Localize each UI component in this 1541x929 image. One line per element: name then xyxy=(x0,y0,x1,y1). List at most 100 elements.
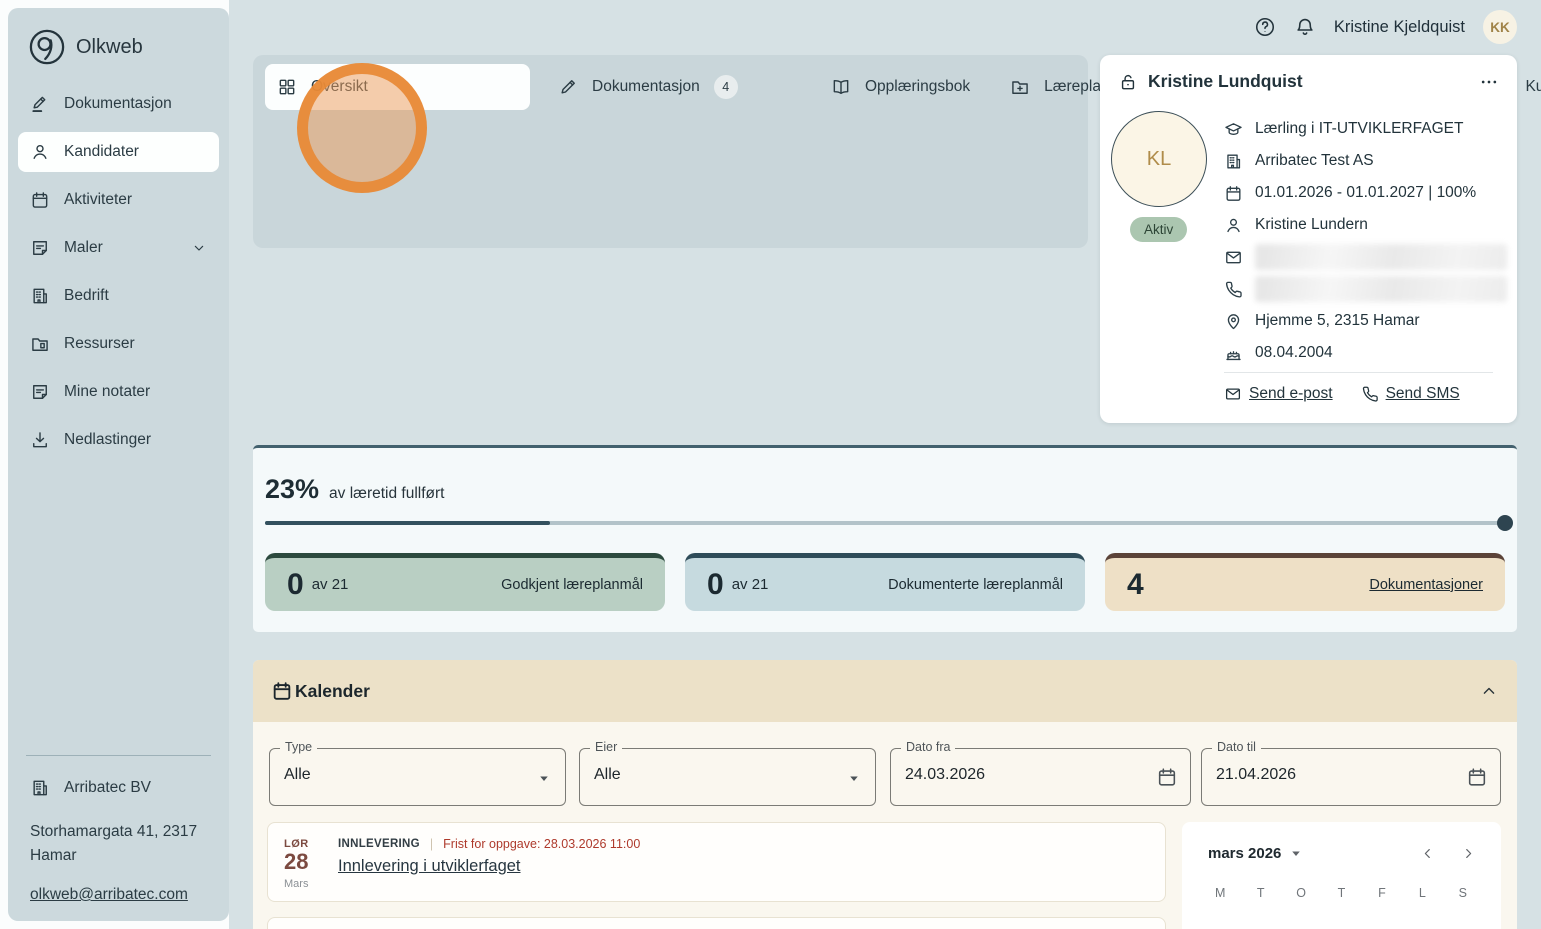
event-title-link[interactable]: Innlevering i utviklerfaget xyxy=(338,851,1149,876)
progress-heading: 23% av læretid fullført xyxy=(265,474,444,505)
download-icon xyxy=(30,430,50,450)
count-badge: 4 xyxy=(714,75,738,99)
sidebar: Olkweb Dokumentasjon Kandidater Aktivite… xyxy=(8,8,229,921)
birthdate-value: 08.04.2004 xyxy=(1255,344,1333,362)
user-avatar[interactable]: KK xyxy=(1483,10,1517,44)
event-card-innlevering[interactable]: LØR 28 Mars INNLEVERING | Frist for oppg… xyxy=(267,822,1166,902)
sidebar-item-aktiviteter[interactable]: Aktiviteter xyxy=(18,180,219,220)
nav-item-oversikt[interactable]: Oversikt xyxy=(265,64,530,110)
help-icon[interactable] xyxy=(1254,16,1276,38)
sidebar-item-label: Maler xyxy=(64,239,103,257)
profile-row-company: Arribatec Test AS xyxy=(1224,145,1507,177)
stat-suffix: av 21 xyxy=(732,576,769,593)
candidate-name: Kristine Lundquist xyxy=(1148,71,1469,92)
sidebar-item-mine-notater[interactable]: Mine notater xyxy=(18,372,219,412)
filter-dato-fra-input[interactable]: Dato fra 24.03.2026 xyxy=(890,748,1191,806)
redacted-phone xyxy=(1255,276,1507,302)
profile-actions: Send e-post Send SMS xyxy=(1224,385,1460,403)
filter-value: Alle xyxy=(284,766,311,784)
nav-item-opplaringsbok[interactable]: Opplæringsbok xyxy=(819,64,982,110)
weekday-label: L xyxy=(1402,886,1442,900)
send-email-label: Send e-post xyxy=(1249,385,1333,403)
filter-label: Dato fra xyxy=(901,740,955,754)
stat-value: 0 xyxy=(287,568,304,602)
sidebar-item-ressurser[interactable]: Ressurser xyxy=(18,324,219,364)
mini-calendar: mars 2026 M T O T F L S xyxy=(1182,822,1501,929)
sidebar-item-kandidater[interactable]: Kandidater xyxy=(18,132,219,172)
address-value: Hjemme 5, 2315 Hamar xyxy=(1255,312,1420,330)
dokumentasjoner-link[interactable]: Dokumentasjoner xyxy=(1369,577,1483,593)
stat-label: Godkjent læreplanmål xyxy=(501,577,643,593)
profile-row-birthdate: 08.04.2004 xyxy=(1224,337,1507,369)
candidate-nav-grid: Oversikt Dokumentasjon 4 Opplæringsbok L… xyxy=(265,64,1088,110)
stat-label: Dokumenterte læreplanmål xyxy=(888,577,1063,593)
filter-value: 24.03.2026 xyxy=(905,766,985,784)
caret-down-icon xyxy=(535,769,553,787)
cake-icon xyxy=(1224,344,1243,363)
pencil-icon xyxy=(30,94,50,114)
sidebar-item-dokumentasjon[interactable]: Dokumentasjon xyxy=(18,84,219,124)
mini-calendar-month-select[interactable]: mars 2026 xyxy=(1208,844,1305,862)
caret-down-icon xyxy=(845,769,863,787)
calendar-icon[interactable] xyxy=(1466,766,1488,788)
calendar-icon xyxy=(271,680,293,702)
nav-item-dokumentasjon[interactable]: Dokumentasjon 4 xyxy=(546,64,803,110)
chevron-left-icon[interactable] xyxy=(1419,845,1436,862)
filter-label: Eier xyxy=(590,740,622,754)
profile-row-period: 01.01.2026 - 01.01.2027 | 100% xyxy=(1224,177,1507,209)
sidebar-item-bedrift[interactable]: Bedrift xyxy=(18,276,219,316)
footer-company: Arribatec BV xyxy=(26,778,211,798)
more-options-icon[interactable] xyxy=(1479,72,1499,92)
nav-item-label: Oversikt xyxy=(311,78,368,96)
mini-calendar-header: mars 2026 xyxy=(1182,822,1501,862)
profile-row-address: Hjemme 5, 2315 Hamar xyxy=(1224,305,1507,337)
footer-company-name: Arribatec BV xyxy=(64,779,151,797)
caret-down-icon xyxy=(1287,844,1305,862)
progress-caption: av læretid fullført xyxy=(329,485,444,503)
event-card-kurs[interactable]: LØR KURS | 04.04.2026 KL. 10:00 - 04.04.… xyxy=(267,917,1166,929)
filter-dato-til-input[interactable]: Dato til 21.04.2026 xyxy=(1201,748,1501,806)
collapse-chevron-up-icon[interactable] xyxy=(1479,681,1499,701)
sidebar-item-label: Bedrift xyxy=(64,287,109,305)
filter-eier-select[interactable]: Eier Alle xyxy=(579,748,876,806)
nav-item-label: Opplæringsbok xyxy=(865,78,970,96)
graduation-cap-icon xyxy=(1224,120,1243,139)
profile-row-contact: Kristine Lundern xyxy=(1224,209,1507,241)
footer-email-link[interactable]: olkweb@arribatec.com xyxy=(26,886,188,904)
weekday-label: T xyxy=(1240,886,1280,900)
calendar-icon xyxy=(1224,184,1243,203)
app-name: Olkweb xyxy=(76,36,143,59)
nav-item-label: Kurs/sertifikat xyxy=(1525,78,1541,96)
weekday-label: F xyxy=(1362,886,1402,900)
education-value: Lærling i IT-UTVIKLERFAGET xyxy=(1255,120,1463,138)
progress-panel: 23% av læretid fullført 0 av 21 Godkjent… xyxy=(253,445,1517,632)
sidebar-item-maler[interactable]: Maler xyxy=(18,228,219,268)
filter-type-select[interactable]: Type Alle xyxy=(269,748,566,806)
weekday-label: O xyxy=(1281,886,1321,900)
filter-label: Dato til xyxy=(1212,740,1261,754)
send-sms-link[interactable]: Send SMS xyxy=(1361,385,1460,403)
event-meta-row: INNLEVERING | Frist for oppgave: 28.03.2… xyxy=(338,835,1149,851)
sidebar-item-label: Kandidater xyxy=(64,143,139,161)
envelope-icon xyxy=(1224,248,1243,267)
kalender-title: Kalender xyxy=(295,681,370,702)
main-background: Kristine Kjeldquist KK Oversikt Dokument… xyxy=(229,0,1541,929)
chevron-right-icon[interactable] xyxy=(1460,845,1477,862)
weekday-label: S xyxy=(1443,886,1483,900)
sidebar-item-label: Mine notater xyxy=(64,383,150,401)
note-icon xyxy=(30,382,50,402)
calendar-icon[interactable] xyxy=(1156,766,1178,788)
bell-icon[interactable] xyxy=(1294,16,1316,38)
sidebar-item-nedlastinger[interactable]: Nedlastinger xyxy=(18,420,219,460)
envelope-icon xyxy=(1224,385,1242,403)
calendar-icon xyxy=(30,190,50,210)
filter-value: Alle xyxy=(594,766,621,784)
sidebar-footer: Arribatec BV Storhamargata 41, 2317 Hama… xyxy=(26,755,211,904)
sidebar-item-label: Ressurser xyxy=(64,335,135,353)
event-month: Mars xyxy=(284,874,332,890)
profile-row-email xyxy=(1224,241,1507,273)
send-email-link[interactable]: Send e-post xyxy=(1224,385,1333,403)
weekday-label: T xyxy=(1321,886,1361,900)
progress-track xyxy=(265,521,1505,525)
building-icon xyxy=(30,286,50,306)
